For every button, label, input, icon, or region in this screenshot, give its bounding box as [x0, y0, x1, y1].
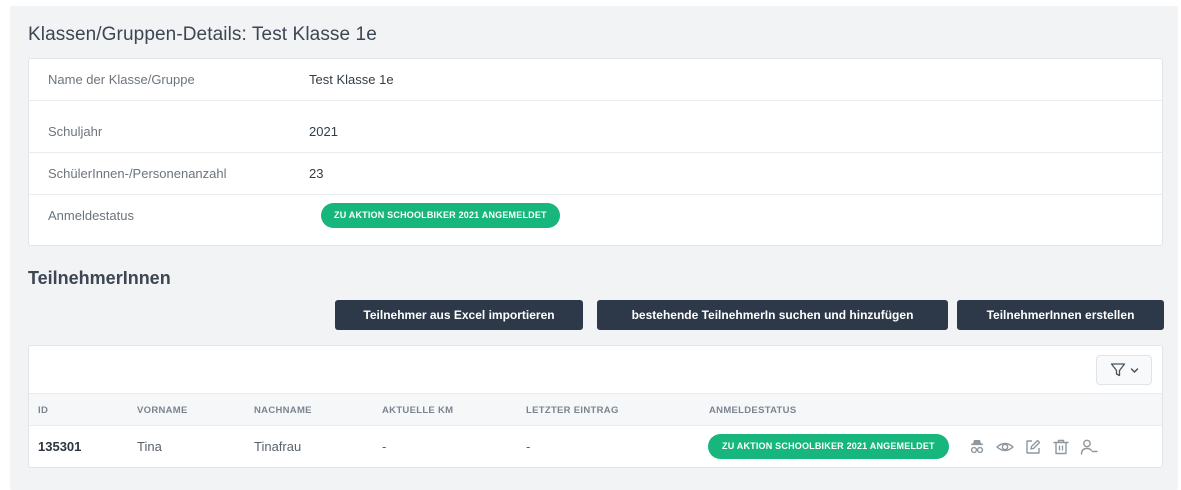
detail-row-school-year: Schuljahr 2021 — [29, 111, 1162, 153]
column-header-current-km[interactable]: AKTUELLE KM — [382, 405, 453, 416]
row-actions — [967, 436, 1099, 458]
detail-value: Test Klasse 1e — [309, 72, 394, 87]
detail-row-person-count: SchülerInnen-/Personenanzahl 23 — [29, 153, 1162, 195]
trash-icon[interactable] — [1051, 437, 1071, 457]
detail-value: 2021 — [309, 124, 338, 139]
status-badge: ZU AKTION SCHOOLBIKER 2021 ANGEMELDET — [708, 434, 949, 459]
create-participants-button[interactable]: TeilnehmerInnen erstellen — [957, 300, 1164, 330]
class-details-card: Name der Klasse/Gruppe Test Klasse 1e Sc… — [28, 58, 1163, 246]
column-header-first-name[interactable]: VORNAME — [137, 405, 188, 416]
cell-last-entry: - — [526, 439, 531, 454]
page-title: Klassen/Gruppen-Details: Test Klasse 1e — [28, 24, 377, 45]
edit-icon[interactable] — [1023, 437, 1043, 457]
column-header-id[interactable]: ID — [38, 405, 48, 416]
details-panel: Klassen/Gruppen-Details: Test Klasse 1e … — [10, 6, 1178, 490]
detail-value: 23 — [309, 166, 324, 181]
participants-table: ID VORNAME NACHNAME AKTUELLE KM LETZTER … — [28, 345, 1163, 468]
eye-icon[interactable] — [995, 437, 1015, 457]
user-remove-icon[interactable] — [1079, 437, 1099, 457]
detail-label: Schuljahr — [48, 124, 103, 139]
detail-row-registration-status: Anmeldestatus ZU AKTION SCHOOLBIKER 2021… — [29, 195, 1162, 237]
incognito-icon[interactable] — [967, 437, 987, 457]
participants-title: TeilnehmerInnen — [28, 268, 171, 288]
detail-label: Name der Klasse/Gruppe — [48, 72, 195, 87]
filter-button[interactable] — [1096, 355, 1152, 385]
import-excel-button[interactable]: Teilnehmer aus Excel importieren — [335, 300, 583, 330]
table-row: 135301 Tina Tinafrau - - ZU AKTION SCHOO… — [29, 426, 1162, 468]
detail-row-name: Name der Klasse/Gruppe Test Klasse 1e — [29, 59, 1162, 101]
cell-first-name: Tina — [137, 439, 162, 454]
column-header-last-entry[interactable]: LETZTER EINTRAG — [526, 405, 619, 416]
chevron-down-icon — [1130, 367, 1138, 373]
search-add-participant-button[interactable]: bestehende TeilnehmerIn suchen und hinzu… — [597, 300, 948, 330]
column-header-last-name[interactable]: NACHNAME — [254, 405, 312, 416]
cell-id: 135301 — [38, 439, 82, 454]
cell-last-name: Tinafrau — [254, 439, 302, 454]
detail-label: Anmeldestatus — [48, 208, 134, 223]
cell-current-km: - — [382, 439, 387, 454]
detail-label: SchülerInnen-/Personenanzahl — [48, 166, 227, 181]
filter-icon — [1110, 363, 1125, 377]
table-header: ID VORNAME NACHNAME AKTUELLE KM LETZTER … — [29, 393, 1162, 426]
column-header-status[interactable]: ANMELDESTATUS — [709, 405, 796, 416]
status-badge: ZU AKTION SCHOOLBIKER 2021 ANGEMELDET — [321, 203, 560, 228]
